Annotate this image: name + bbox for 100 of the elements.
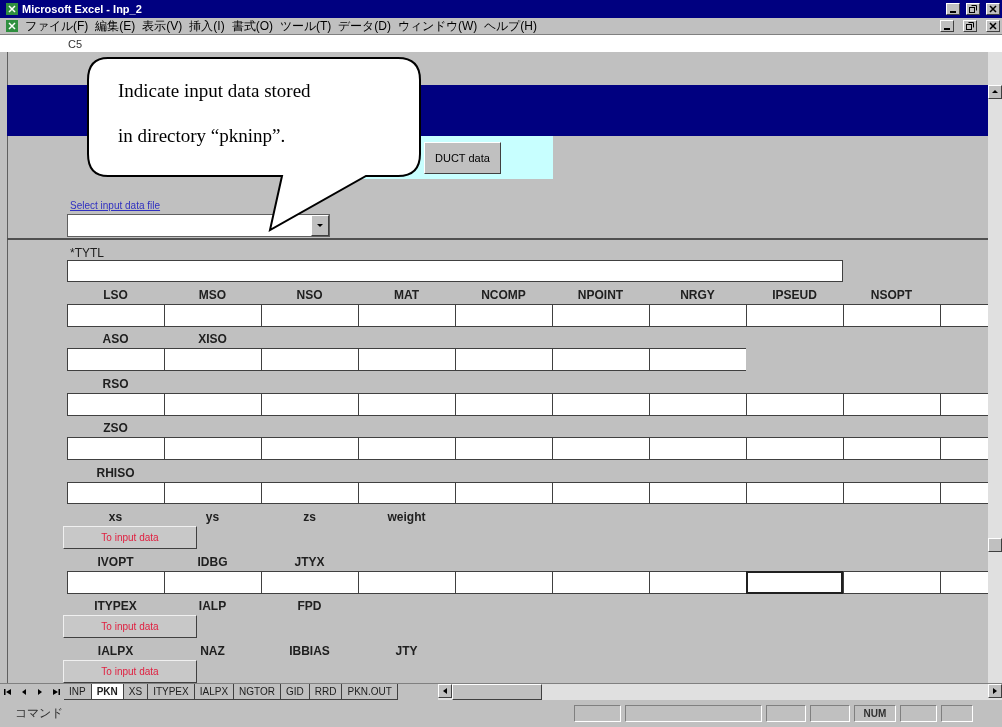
menu-item[interactable]: ウィンドウ(W) [398, 17, 478, 35]
input-cell[interactable] [746, 570, 843, 594]
input-cell[interactable] [358, 570, 455, 594]
input-cell[interactable] [455, 570, 552, 594]
sheet-tab[interactable]: XS [123, 684, 149, 700]
dropdown-arrow-button[interactable] [311, 214, 329, 236]
input-cell[interactable] [164, 481, 261, 505]
file-dropdown[interactable] [67, 213, 330, 237]
close-button[interactable] [986, 3, 1000, 15]
field-label: MAT [392, 287, 421, 304]
input-cell[interactable] [843, 303, 940, 327]
field-label: MSO [197, 287, 228, 304]
input-cell[interactable] [67, 437, 164, 460]
input-cell[interactable] [164, 303, 261, 327]
restore-button[interactable] [963, 20, 977, 32]
scroll-thumb[interactable] [988, 538, 1002, 552]
close-button[interactable] [986, 20, 1000, 32]
sheet-tab[interactable]: NGTOR [234, 684, 281, 700]
sheet-tab[interactable]: GID [281, 684, 310, 700]
field-label: NSOPT [869, 287, 914, 304]
menu-item[interactable]: 挿入(I) [189, 17, 225, 35]
input-cell[interactable] [261, 570, 358, 594]
menu-item[interactable]: ツール(T) [280, 17, 332, 35]
input-cell[interactable] [455, 392, 552, 416]
input-cell[interactable] [261, 437, 358, 460]
minimize-button[interactable] [946, 3, 960, 15]
caret-icon [316, 221, 324, 230]
sheet-tab[interactable]: INP [64, 684, 92, 700]
input-cell[interactable] [67, 570, 164, 594]
menu-item[interactable]: 書式(O) [231, 17, 273, 35]
input-cell[interactable] [746, 437, 843, 460]
scroll-thumb[interactable] [451, 684, 542, 700]
input-cell[interactable] [261, 481, 358, 505]
input-cell[interactable] [455, 303, 552, 327]
input-cell[interactable] [358, 348, 455, 372]
input-cell[interactable] [552, 392, 649, 416]
duct-data-button[interactable]: DUCT data [424, 141, 501, 174]
field-label: RHISO [95, 465, 136, 482]
input-cell[interactable] [358, 481, 455, 505]
restore-button[interactable] [966, 3, 980, 15]
menu-item[interactable]: 編集(E) [95, 17, 136, 35]
input-cell[interactable] [843, 570, 940, 594]
input-cell[interactable] [358, 437, 455, 460]
input-cell[interactable] [746, 481, 843, 505]
horizontal-scrollbar[interactable] [437, 684, 1002, 700]
input-cell[interactable] [358, 392, 455, 416]
close-icon [989, 22, 997, 30]
spreadsheet-icon [6, 3, 18, 15]
sheet-tab[interactable]: ITYPEX [148, 684, 195, 700]
minimize-button[interactable] [940, 20, 954, 32]
input-cell[interactable] [843, 437, 940, 460]
input-cell[interactable] [164, 392, 261, 416]
input-cell[interactable] [261, 303, 358, 327]
input-cell[interactable] [552, 481, 649, 505]
input-cell[interactable] [843, 392, 940, 416]
input-cell[interactable] [552, 303, 649, 327]
input-cell[interactable] [649, 437, 746, 460]
scroll-right-button[interactable] [988, 684, 1002, 698]
select-file-label: Select input data file [69, 198, 162, 213]
input-cell[interactable] [552, 437, 649, 460]
input-cell[interactable] [649, 570, 746, 594]
input-cell[interactable] [67, 392, 164, 416]
restore-icon [966, 22, 974, 30]
input-cell[interactable] [649, 348, 746, 372]
menu-item[interactable]: ヘルプ(H) [484, 17, 537, 35]
input-cell[interactable] [67, 481, 164, 505]
input-cell[interactable] [164, 437, 261, 460]
sheet-tab[interactable]: PKN [91, 684, 124, 700]
input-cell[interactable] [455, 481, 552, 505]
input-cell[interactable] [455, 437, 552, 460]
menu-item[interactable]: 表示(V) [142, 17, 183, 35]
menu-item[interactable]: ファイル(F) [25, 17, 89, 35]
input-cell[interactable] [843, 481, 940, 505]
input-cell[interactable] [649, 392, 746, 416]
vertical-scrollbar[interactable] [988, 52, 1002, 683]
input-cell[interactable] [649, 303, 746, 327]
input-cell[interactable] [552, 570, 649, 594]
input-cell[interactable] [552, 348, 649, 372]
input-cell[interactable] [67, 303, 164, 327]
window-title: Microsoft Excel - Inp_2 [22, 3, 143, 15]
scroll-left-button[interactable] [437, 684, 452, 698]
input-cell[interactable] [261, 392, 358, 416]
menu-item[interactable]: データ(D) [338, 17, 391, 35]
field-label: NRGY [679, 287, 716, 304]
sheet-tab[interactable]: RRD [309, 684, 343, 700]
input-cell[interactable] [649, 481, 746, 505]
input-cell[interactable] [164, 570, 261, 594]
input-cell[interactable] [261, 348, 358, 372]
input-cell[interactable] [455, 348, 552, 372]
input-cell[interactable] [358, 303, 455, 327]
scroll-up-button[interactable] [988, 85, 1002, 99]
sheet-tab[interactable]: IALPX [194, 684, 235, 700]
caret-up-icon [991, 88, 999, 96]
input-cell[interactable] [746, 303, 843, 327]
input-cell[interactable] [746, 392, 843, 416]
title-input-field[interactable] [67, 260, 843, 283]
input-cell[interactable] [164, 348, 261, 372]
input-cell[interactable] [67, 348, 164, 372]
status-panel [766, 705, 806, 722]
sheet-tab[interactable]: PKN.OUT [342, 684, 398, 700]
